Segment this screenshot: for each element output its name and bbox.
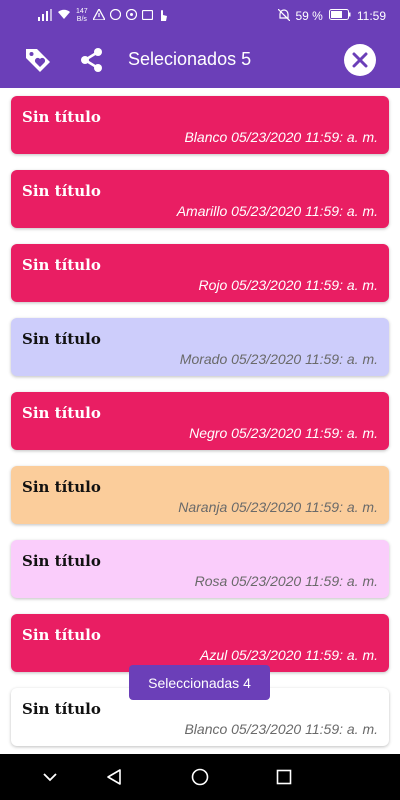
wifi-icon xyxy=(57,9,71,23)
share-icon[interactable] xyxy=(76,44,108,76)
status-right-icons: 59 % 11:59 xyxy=(277,6,386,26)
battery-percent: 59 % xyxy=(295,9,323,23)
note-title: Sin título xyxy=(22,108,101,126)
recents-button[interactable] xyxy=(272,765,296,789)
note-title: Sin título xyxy=(22,404,101,422)
whatsapp-icon xyxy=(125,8,137,23)
selection-toast: Seleccionadas 4 xyxy=(129,665,270,700)
note-card[interactable]: Sin título Amarillo 05/23/2020 11:59: a.… xyxy=(11,170,389,228)
note-title: Sin título xyxy=(22,626,101,644)
back-button[interactable] xyxy=(102,765,126,789)
notes-list: Sin título Blanco 05/23/2020 11:59: a. m… xyxy=(0,88,400,754)
network-speed-unit: B/s xyxy=(76,16,87,23)
note-card[interactable]: Sin título Blanco 05/23/2020 11:59: a. m… xyxy=(11,96,389,154)
note-card[interactable]: Sin título Naranja 05/23/2020 11:59: a. … xyxy=(11,466,389,524)
recents-icon xyxy=(276,769,292,785)
clock: 11:59 xyxy=(356,9,386,23)
warning-icon xyxy=(91,7,106,23)
close-icon xyxy=(352,52,368,68)
note-meta: Naranja 05/23/2020 11:59: a. m. xyxy=(178,499,378,515)
note-title: Sin título xyxy=(22,478,101,496)
note-meta: Azul 05/23/2020 11:59: a. m. xyxy=(200,647,378,663)
note-card[interactable]: Sin título Rosa 05/23/2020 11:59: a. m. xyxy=(11,540,389,598)
note-title: Sin título xyxy=(22,182,101,200)
note-title: Sin título xyxy=(22,700,101,718)
battery-icon xyxy=(328,9,351,23)
home-icon xyxy=(191,768,209,786)
signal-icon xyxy=(38,8,52,24)
tag-heart-icon[interactable] xyxy=(22,44,54,76)
close-selection-button[interactable] xyxy=(344,44,376,76)
note-meta: Rosa 05/23/2020 11:59: a. m. xyxy=(194,573,378,589)
chevron-down-icon xyxy=(43,773,57,782)
note-meta: Blanco 05/23/2020 11:59: a. m. xyxy=(184,721,378,737)
hand-icon xyxy=(158,9,168,24)
note-title: Sin título xyxy=(22,552,101,570)
note-title: Sin título xyxy=(22,256,101,274)
note-meta: Negro 05/23/2020 11:59: a. m. xyxy=(189,425,378,441)
note-card[interactable]: Sin título Negro 05/23/2020 11:59: a. m. xyxy=(11,392,389,450)
note-card[interactable]: Sin título Azul 05/23/2020 11:59: a. m. xyxy=(11,614,389,672)
note-meta: Blanco 05/23/2020 11:59: a. m. xyxy=(184,129,378,145)
status-left-icons: 147 B/s xyxy=(38,6,168,26)
back-icon xyxy=(107,769,121,785)
messenger-icon xyxy=(109,8,121,23)
note-meta: Amarillo 05/23/2020 11:59: a. m. xyxy=(176,203,378,219)
home-button[interactable] xyxy=(188,765,212,789)
note-title: Sin título xyxy=(22,330,101,348)
note-meta: Rojo 05/23/2020 11:59: a. m. xyxy=(198,277,378,293)
navigation-bar xyxy=(0,754,400,800)
network-speed-value: 147 xyxy=(76,8,88,15)
note-card[interactable]: Sin título Rojo 05/23/2020 11:59: a. m. xyxy=(11,244,389,302)
status-bar: 147 B/s 59 % 11:59 xyxy=(0,0,400,32)
note-meta: Morado 05/23/2020 11:59: a. m. xyxy=(179,351,378,367)
app-bar: Selecionados 5 xyxy=(0,32,400,88)
message-icon xyxy=(141,9,153,23)
note-card[interactable]: Sin título Morado 05/23/2020 11:59: a. m… xyxy=(11,318,389,376)
page-title: Selecionados 5 xyxy=(128,49,252,69)
mute-icon xyxy=(277,8,290,24)
network-speed: 147 B/s xyxy=(76,8,88,24)
hide-keyboard-button[interactable] xyxy=(38,765,62,789)
